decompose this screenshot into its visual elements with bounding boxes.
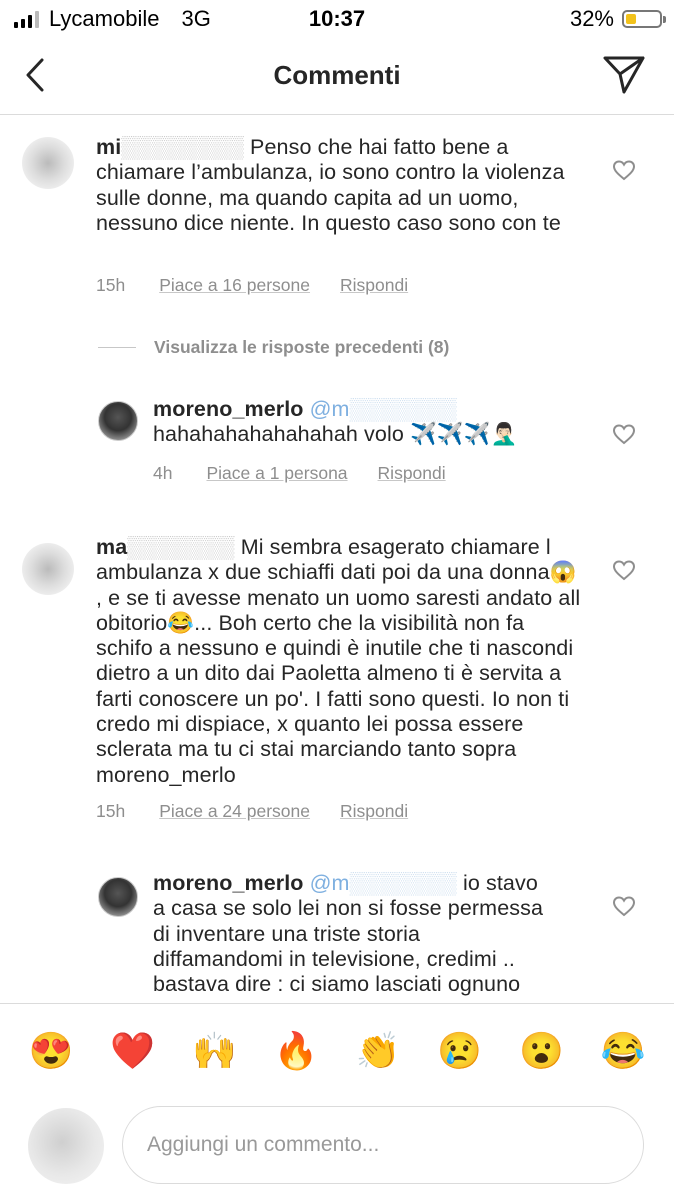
- clapping-emoji-button[interactable]: 👏: [348, 1030, 408, 1072]
- avatar[interactable]: [98, 877, 138, 917]
- comment-text: moreno_merlo @m▒▒▒▒▒▒▒ io stavo a casa s…: [153, 871, 544, 997]
- reply-button[interactable]: Rispondi: [378, 463, 446, 484]
- likes-link[interactable]: Piace a 24 persone: [159, 801, 310, 822]
- comment-meta: 15h Piace a 16 persone Rispondi: [96, 275, 408, 296]
- paper-plane-icon: [603, 56, 645, 94]
- heart-icon[interactable]: [612, 423, 636, 445]
- avatar[interactable]: [22, 137, 74, 189]
- battery-percent: 32%: [569, 6, 614, 31]
- status-right: 32%: [569, 6, 666, 32]
- divider: [98, 347, 136, 348]
- comment-body: Mi sembra esagerato chiamare l ambulanza…: [96, 535, 581, 787]
- comment-username[interactable]: ma: [96, 535, 127, 559]
- comments-list[interactable]: mi▒▒▒▒▒▒▒▒ Penso che hai fatto bene a ch…: [0, 115, 674, 1003]
- avatar[interactable]: [98, 401, 138, 441]
- comment-time: 15h: [96, 275, 126, 295]
- emoji-reaction-bar: 😍 ❤️ 🙌 🔥 👏 😢 😮 😂: [0, 1003, 674, 1098]
- share-button[interactable]: [602, 54, 646, 96]
- heart-icon[interactable]: [612, 559, 636, 581]
- crying-emoji-button[interactable]: 😢: [430, 1030, 490, 1072]
- battery-icon: [622, 10, 666, 28]
- comment-time: 15h: [96, 801, 126, 821]
- heart-icon[interactable]: [612, 159, 636, 181]
- heart-eyes-emoji-button[interactable]: 😍: [21, 1030, 81, 1072]
- status-bar: Lycamobile 3G 10:37 32%: [0, 0, 674, 40]
- reply-button[interactable]: Rispondi: [340, 275, 408, 296]
- comment-text: mi▒▒▒▒▒▒▒▒ Penso che hai fatto bene a ch…: [96, 135, 565, 235]
- comment-body: hahahahahahahahah volo ✈️✈️✈️🤦🏻‍♂️: [153, 422, 518, 447]
- surprised-emoji-button[interactable]: 😮: [511, 1030, 571, 1072]
- view-replies-label: Visualizza le risposte precedenti (8): [154, 337, 450, 357]
- avatar: [28, 1108, 104, 1184]
- raised-hands-emoji-button[interactable]: 🙌: [184, 1030, 244, 1072]
- comment-text: ma▒▒▒▒▒▒▒ Mi sembra esagerato chiamare l…: [96, 535, 581, 787]
- likes-link[interactable]: Piace a 1 persona: [206, 463, 347, 484]
- reply-item: moreno_merlo @m▒▒▒▒▒▒▒ io stavo a casa s…: [0, 871, 674, 1003]
- laughing-emoji-button[interactable]: 😂: [593, 1030, 653, 1072]
- mention-link[interactable]: @m: [310, 397, 350, 421]
- red-heart-emoji-button[interactable]: ❤️: [103, 1030, 163, 1072]
- fire-emoji-button[interactable]: 🔥: [266, 1030, 326, 1072]
- comment-username[interactable]: moreno_merlo: [153, 397, 304, 421]
- avatar[interactable]: [22, 543, 74, 595]
- view-previous-replies[interactable]: Visualizza le risposte precedenti (8): [98, 337, 449, 358]
- page-title: Commenti: [273, 60, 401, 90]
- comment-item: ma▒▒▒▒▒▒▒ Mi sembra esagerato chiamare l…: [0, 527, 674, 847]
- comment-item: mi▒▒▒▒▒▒▒▒ Penso che hai fatto bene a ch…: [0, 115, 674, 315]
- comment-meta: 15h Piace a 24 persone Rispondi: [96, 801, 408, 822]
- comment-time: 4h: [153, 463, 173, 483]
- reply-item: moreno_merlo @m▒▒▒▒▒▒▒ hahahahahahahahah…: [0, 393, 674, 513]
- comment-username[interactable]: moreno_merlo: [153, 871, 304, 895]
- comment-text: moreno_merlo @m▒▒▒▒▒▒▒ hahahahahahahahah…: [153, 397, 518, 447]
- reply-button[interactable]: Rispondi: [340, 801, 408, 822]
- comment-meta: 4h Piace a 1 persona Rispondi: [153, 463, 446, 484]
- nav-bar: Commenti: [0, 40, 674, 115]
- comment-input[interactable]: [122, 1106, 644, 1184]
- heart-icon[interactable]: [612, 895, 636, 917]
- mention-link[interactable]: @m: [310, 871, 350, 895]
- comment-composer: [0, 1098, 674, 1200]
- comment-username[interactable]: mi: [96, 135, 121, 159]
- likes-link[interactable]: Piace a 16 persone: [159, 275, 310, 296]
